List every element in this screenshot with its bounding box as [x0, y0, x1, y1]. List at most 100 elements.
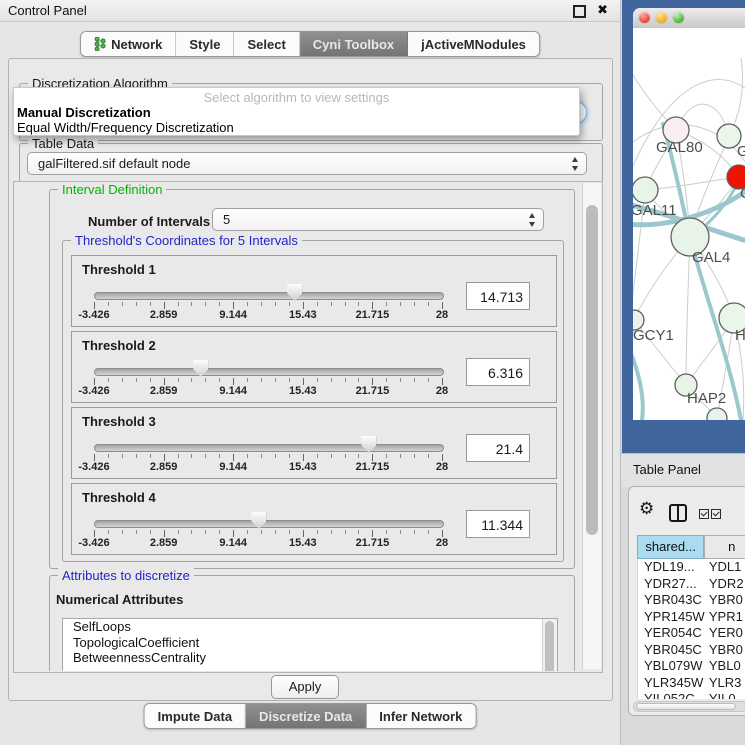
tick-mark: [400, 454, 401, 458]
network-graph[interactable]: GAL80GAGAL11CGAL4GCY1HHAP2: [633, 28, 745, 420]
zoom-traffic-light-icon[interactable]: [673, 12, 684, 23]
list-scrollbar[interactable]: [542, 619, 557, 671]
list-scrollbar-thumb[interactable]: [545, 621, 554, 671]
stepper-arrows-icon: [571, 157, 580, 171]
column-header-n[interactable]: n: [704, 535, 745, 559]
table-row[interactable]: YLR345WYLR3: [638, 675, 745, 692]
table-row[interactable]: YBR043CYBR0: [638, 592, 745, 609]
table-panel-header: Table Panel: [621, 453, 745, 487]
table-row[interactable]: YDR27...YDR2: [638, 576, 745, 593]
threshold-label: Threshold 4: [82, 490, 156, 505]
node-label-c: C: [740, 185, 745, 202]
tick-mark: [428, 454, 429, 458]
table-cell: YBR0: [705, 592, 745, 609]
tick-mark: [191, 302, 192, 306]
minimize-traffic-light-icon[interactable]: [656, 12, 667, 23]
table-scrollbar-thumb[interactable]: [636, 703, 736, 710]
tick-mark: [164, 378, 165, 385]
table-data-combobox[interactable]: galFiltered.sif default node: [27, 152, 587, 175]
float-window-icon[interactable]: [573, 5, 586, 18]
tick-mark: [289, 302, 290, 306]
table-row[interactable]: YDL19...YDL1: [638, 559, 745, 576]
tick-mark: [442, 454, 443, 461]
list-item-betweennesscentrality[interactable]: BetweennessCentrality: [63, 650, 557, 666]
dropdown-option-manual-discretization[interactable]: Manual Discretization: [14, 105, 579, 120]
network-window-titlebar: [633, 8, 745, 29]
tick-mark: [317, 302, 318, 306]
tick-mark: [122, 378, 123, 382]
list-item-topologicalcoefficient[interactable]: TopologicalCoefficient: [63, 635, 557, 651]
table-row[interactable]: YBR045CYBR0: [638, 642, 745, 659]
tab-select[interactable]: Select: [234, 32, 299, 56]
tick-mark: [122, 530, 123, 534]
node-label-h: H: [735, 327, 745, 344]
slider-track[interactable]: [94, 292, 444, 300]
threshold-value-field[interactable]: 21.4: [466, 434, 530, 462]
tick-label: 21.715: [356, 309, 390, 321]
number-of-intervals-combobox[interactable]: 5: [212, 208, 544, 231]
checkbox-icon[interactable]: [699, 509, 709, 519]
tick-label: 9.144: [219, 461, 247, 473]
group-title: Interval Definition: [58, 183, 166, 197]
table-row[interactable]: YIL052CYIL0: [638, 691, 745, 699]
top-tab-bar: NetworkStyleSelectCyni ToolboxjActiveMNo…: [80, 31, 540, 57]
threshold-value-field[interactable]: 14.713: [466, 282, 530, 310]
tick-mark: [345, 378, 346, 382]
panel-scrollbar-thumb[interactable]: [586, 205, 598, 535]
slider-track[interactable]: [94, 368, 444, 376]
column-header-shared[interactable]: shared...: [637, 535, 704, 559]
tick-mark: [219, 530, 220, 534]
tick-mark: [428, 302, 429, 306]
table-horizontal-scrollbar[interactable]: [633, 701, 745, 712]
list-item-selfloops[interactable]: SelfLoops: [63, 619, 557, 635]
tab-infer-network[interactable]: Infer Network: [366, 704, 475, 728]
table-cell: YBL0: [705, 658, 745, 675]
tick-label: 9.144: [219, 537, 247, 549]
tab-style[interactable]: Style: [176, 32, 234, 56]
attribute-items: SelfLoopsTopologicalCoefficientBetweenne…: [63, 619, 557, 666]
slider-track[interactable]: [94, 444, 444, 452]
gear-icon[interactable]: ⚙: [639, 499, 654, 519]
close-icon[interactable]: ✖: [597, 2, 608, 18]
tick-mark: [247, 530, 248, 534]
tick-mark: [164, 454, 165, 461]
tick-mark: [414, 454, 415, 458]
table-row[interactable]: YER054CYER0: [638, 625, 745, 642]
tick-label: 2.859: [150, 309, 178, 321]
threshold-label: Threshold 1: [82, 262, 156, 277]
dropdown-option-equal-width-frequency[interactable]: Equal Width/Frequency Discretization: [14, 120, 579, 135]
tab-cyni-toolbox[interactable]: Cyni Toolbox: [300, 32, 408, 56]
table-row[interactable]: YBL079WYBL0: [638, 658, 745, 675]
tick-mark: [191, 378, 192, 382]
column-layout-icon[interactable]: [669, 504, 687, 522]
slider-track[interactable]: [94, 520, 444, 528]
panel-scrollbar[interactable]: [582, 183, 601, 669]
tick-mark: [428, 378, 429, 382]
tick-mark: [247, 454, 248, 458]
apply-button[interactable]: Apply: [271, 675, 339, 699]
threshold-box-4: Threshold 4-3.4262.8599.14415.4321.71528…: [71, 483, 557, 555]
tab-discretize-data[interactable]: Discretize Data: [246, 704, 366, 728]
threshold-value-field[interactable]: 11.344: [466, 510, 530, 538]
tick-mark: [108, 378, 109, 382]
network-canvas[interactable]: GAL80GAGAL11CGAL4GCY1HHAP2: [633, 28, 745, 420]
tab-jactivemnodules[interactable]: jActiveMNodules: [408, 32, 539, 56]
tab-network[interactable]: Network: [81, 32, 176, 56]
table-cell: YDL19...: [638, 559, 705, 576]
network-node[interactable]: [633, 177, 658, 203]
tick-mark: [414, 378, 415, 382]
tick-mark: [317, 530, 318, 534]
table-row[interactable]: YPR145WYPR1: [638, 609, 745, 626]
close-traffic-light-icon[interactable]: [639, 12, 650, 23]
tick-label: 28: [436, 309, 448, 321]
tab-impute-data[interactable]: Impute Data: [145, 704, 246, 728]
table-cell: YIL052C: [638, 691, 705, 699]
tick-mark: [358, 454, 359, 458]
checkbox-icon[interactable]: [711, 509, 721, 519]
tick-mark: [178, 454, 179, 458]
network-node[interactable]: [707, 408, 727, 420]
threshold-value-field[interactable]: 6.316: [466, 358, 530, 386]
tick-mark: [400, 302, 401, 306]
tick-mark: [205, 454, 206, 458]
tick-label: 9.144: [219, 309, 247, 321]
